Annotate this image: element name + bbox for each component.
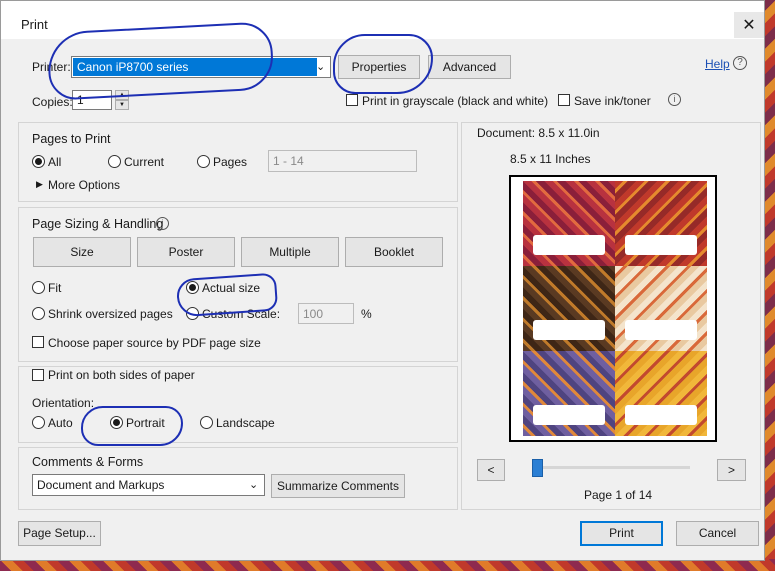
preview-tile <box>615 181 707 266</box>
printer-select[interactable]: Canon iP8700 series ⌄ <box>71 56 331 78</box>
document-size-label: Document: 8.5 x 11.0in <box>477 126 600 140</box>
radio-auto[interactable] <box>32 416 45 429</box>
page-slider-track[interactable] <box>536 466 690 469</box>
radio-auto-label: Auto <box>48 416 73 430</box>
help-icon[interactable]: ? <box>733 56 747 70</box>
print-button[interactable]: Print <box>580 521 663 546</box>
tab-multiple[interactable]: Multiple <box>241 237 339 267</box>
copies-decrement-button[interactable]: ▼ <box>115 100 129 110</box>
preview-tile <box>523 266 615 351</box>
radio-shrink[interactable] <box>32 307 45 320</box>
radio-pages-label: Pages <box>213 155 248 169</box>
comments-forms-selected: Document and Markups <box>37 478 165 492</box>
radio-portrait[interactable] <box>110 416 123 429</box>
spin-down-icon: ▼ <box>119 102 125 108</box>
printer-label: Printer: <box>32 60 71 74</box>
close-button[interactable]: ✕ <box>734 12 764 38</box>
tab-size[interactable]: Size <box>33 237 131 267</box>
radio-custom-scale[interactable] <box>186 307 199 320</box>
page-sizing-title: Page Sizing & Handling <box>32 217 164 231</box>
radio-pages[interactable] <box>197 155 210 168</box>
preview-tile <box>523 181 615 266</box>
page-indicator: Page 1 of 14 <box>584 488 653 502</box>
duplex-checkbox[interactable] <box>32 369 44 381</box>
pages-range-input[interactable]: 1 - 14 <box>268 150 417 172</box>
info-icon[interactable]: i <box>668 93 681 106</box>
expand-icon[interactable]: ▶ <box>36 179 43 190</box>
copies-increment-button[interactable]: ▲ <box>115 90 129 100</box>
chevron-down-icon: ⌄ <box>316 61 326 73</box>
preview-tile-label <box>533 405 605 425</box>
preview-tile-label <box>533 320 605 340</box>
next-page-button[interactable]: > <box>717 459 746 481</box>
tab-booklet[interactable]: Booklet <box>345 237 443 267</box>
preview-tile-label <box>533 235 605 255</box>
copies-input[interactable]: 1 <box>72 90 112 110</box>
title-bar: Print ✕ <box>1 1 764 39</box>
save-ink-label: Save ink/toner <box>574 94 651 108</box>
radio-actual-size[interactable] <box>186 281 199 294</box>
help-link[interactable]: Help <box>705 57 730 71</box>
preview-tile-label <box>625 320 697 340</box>
radio-landscape-label: Landscape <box>216 416 275 430</box>
radio-actual-size-label: Actual size <box>202 281 261 295</box>
radio-current-label: Current <box>124 155 165 169</box>
paper-size-label: 8.5 x 11 Inches <box>510 152 591 166</box>
pages-to-print-title: Pages to Print <box>32 132 111 146</box>
cancel-button[interactable]: Cancel <box>676 521 759 546</box>
radio-portrait-label: Portrait <box>126 416 165 430</box>
preview-tile-label <box>625 405 697 425</box>
preview-tile <box>615 266 707 351</box>
comments-forms-title: Comments & Forms <box>32 455 144 469</box>
close-icon: ✕ <box>742 17 756 34</box>
save-ink-checkbox[interactable] <box>558 94 570 106</box>
more-options-toggle[interactable]: More Options <box>48 178 120 192</box>
radio-shrink-label: Shrink oversized pages <box>48 307 173 321</box>
print-dialog: Print ✕ Printer: Canon iP8700 series ⌄ P… <box>0 0 765 561</box>
preview-tile <box>615 351 707 436</box>
percent-label: % <box>361 307 372 321</box>
custom-scale-input[interactable]: 100 <box>298 303 354 324</box>
page-slider-thumb[interactable] <box>532 459 543 477</box>
preview-tile-label <box>625 235 697 255</box>
copies-label: Copies: <box>32 95 73 109</box>
grayscale-checkbox[interactable] <box>346 94 358 106</box>
spin-up-icon: ▲ <box>119 92 125 98</box>
grayscale-label: Print in grayscale (black and white) <box>362 94 549 108</box>
comments-forms-select[interactable]: Document and Markups ⌄ <box>32 474 265 496</box>
paper-source-checkbox[interactable] <box>32 336 44 348</box>
radio-custom-scale-label: Custom Scale: <box>202 307 281 321</box>
radio-landscape[interactable] <box>200 416 213 429</box>
radio-fit-label: Fit <box>48 281 62 295</box>
previous-page-button[interactable]: < <box>477 459 505 481</box>
properties-button[interactable]: Properties <box>338 55 420 79</box>
radio-current[interactable] <box>108 155 121 168</box>
page-preview <box>509 175 717 442</box>
radio-all-label: All <box>48 155 62 169</box>
radio-fit[interactable] <box>32 281 45 294</box>
advanced-button[interactable]: Advanced <box>428 55 511 79</box>
paper-source-label: Choose paper source by PDF page size <box>48 336 261 350</box>
tab-poster[interactable]: Poster <box>137 237 235 267</box>
orientation-title: Orientation: <box>32 396 95 410</box>
window-title: Print <box>21 17 48 32</box>
page-setup-button[interactable]: Page Setup... <box>18 521 101 546</box>
printer-selected-value: Canon iP8700 series <box>73 58 317 76</box>
sizing-info-icon[interactable]: i <box>156 217 169 230</box>
preview-tile <box>523 351 615 436</box>
chevron-down-icon: ⌄ <box>249 479 259 491</box>
radio-all[interactable] <box>32 155 45 168</box>
duplex-label: Print on both sides of paper <box>48 368 195 382</box>
summarize-comments-button[interactable]: Summarize Comments <box>271 474 405 498</box>
